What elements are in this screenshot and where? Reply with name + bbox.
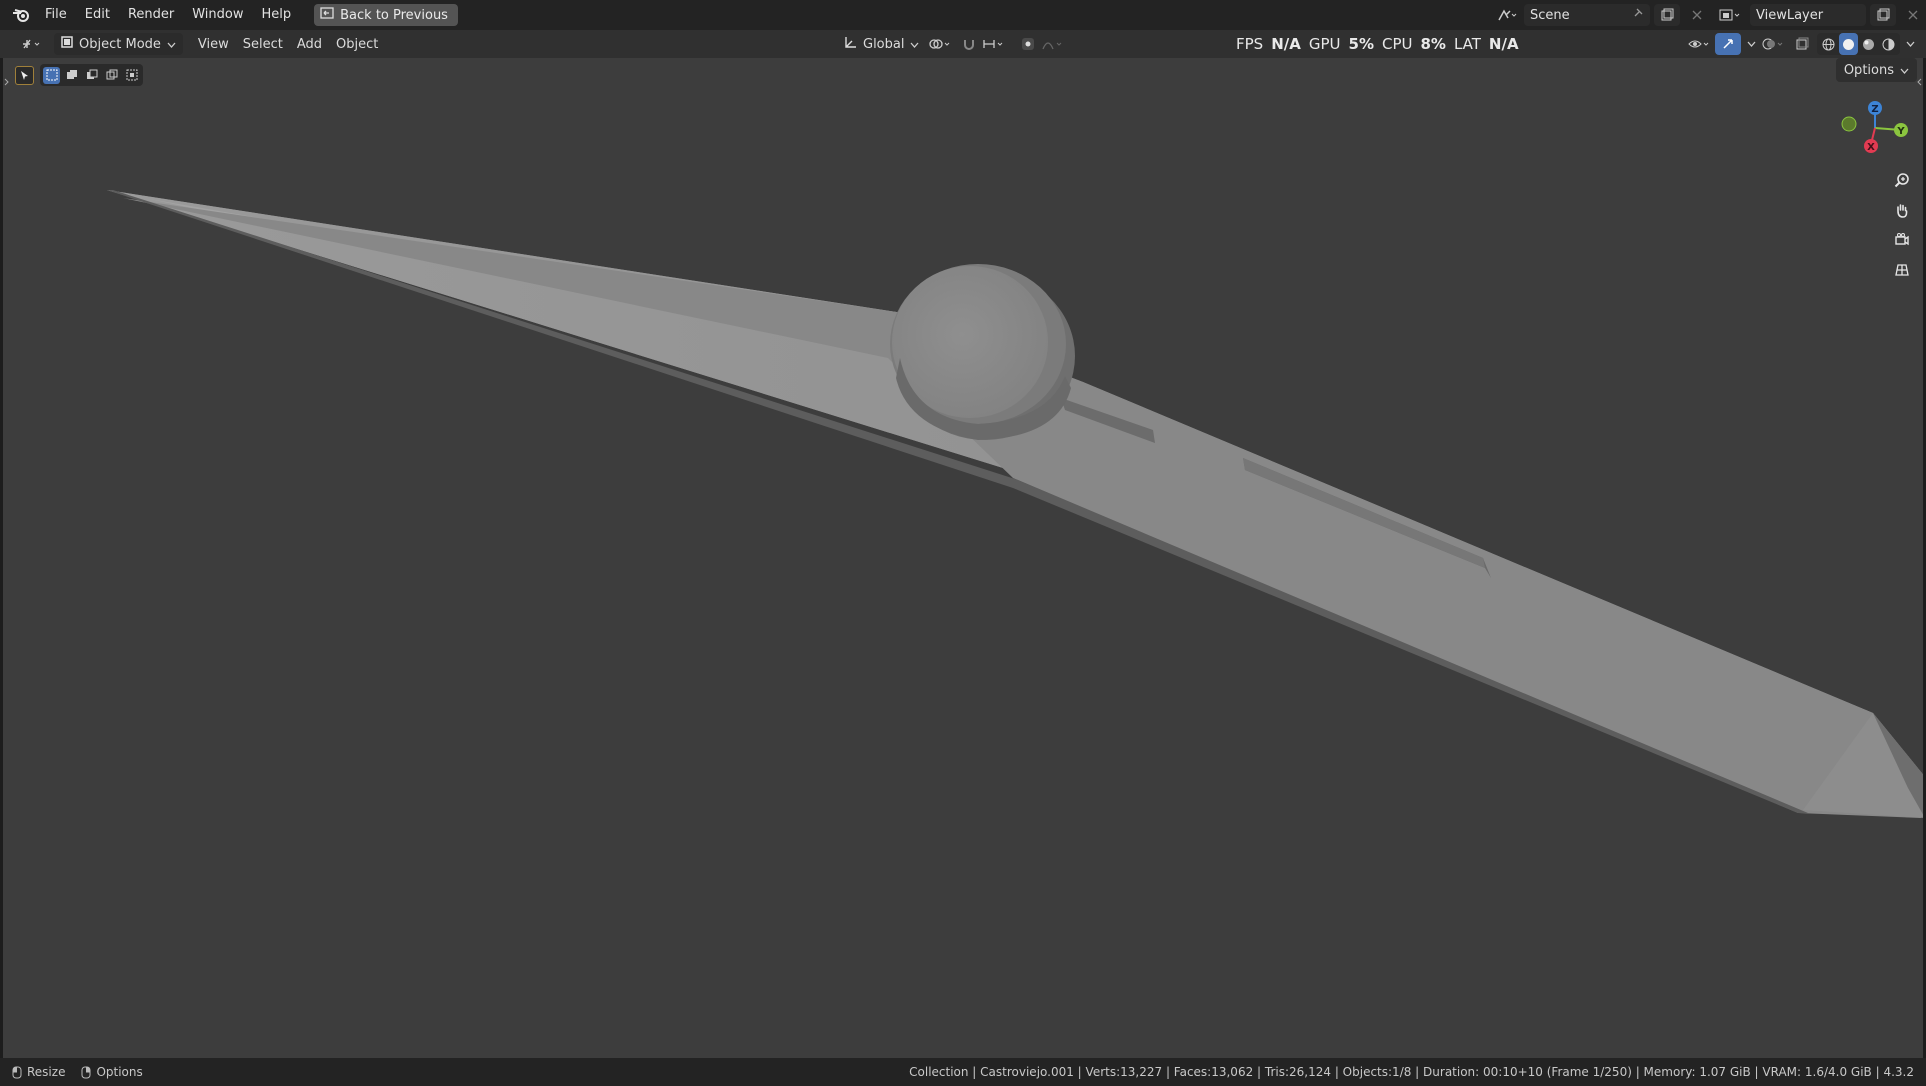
back-to-previous-button[interactable]: Back to Previous [314, 4, 458, 26]
resize-hint: Resize [12, 1065, 65, 1079]
blender-window: File Edit Render Window Help Back to Pre… [0, 0, 1926, 1086]
menu-view[interactable]: View [191, 33, 236, 55]
material-shading-icon[interactable] [1859, 33, 1878, 55]
top-menubar: File Edit Render Window Help Back to Pre… [0, 0, 1926, 30]
options-hint-label: Options [96, 1065, 143, 1079]
object-mode-label: Object Mode [79, 36, 161, 52]
navigation-gizmo[interactable]: Z Y X [1825, 98, 1915, 168]
viewport-display-controls [1687, 33, 1918, 55]
menu-window[interactable]: Window [183, 4, 252, 26]
options-label: Options [1843, 62, 1894, 78]
perspective-grid-icon[interactable] [1890, 258, 1914, 282]
fps-value: N/A [1271, 35, 1301, 53]
select-tool-icon[interactable] [15, 65, 34, 85]
select-invert-icon[interactable] [103, 67, 120, 84]
rendered-shading-icon[interactable] [1879, 33, 1898, 55]
orientation-label: Global [863, 36, 905, 52]
toolbar-expand-arrow-icon[interactable] [3, 76, 11, 91]
scene-field[interactable]: Scene [1524, 4, 1650, 26]
orientation-axes-icon [843, 35, 857, 53]
status-hints: Resize Options [0, 1065, 143, 1079]
performance-stats: FPS N/A GPU 5% CPU 8% LAT N/A [1236, 30, 1519, 58]
mouse-left-icon [12, 1066, 22, 1078]
menu-add[interactable]: Add [290, 33, 329, 55]
pivot-point-icon[interactable] [920, 33, 960, 55]
chevron-down-icon [167, 37, 176, 52]
3d-viewport[interactable]: Options Z Y X [3, 58, 1923, 1058]
lat-label: LAT [1453, 35, 1481, 53]
viewport-header: Object Mode View Select Add Object Globa… [0, 30, 1926, 58]
pan-hand-icon[interactable] [1890, 198, 1914, 222]
cpu-value: 8% [1420, 35, 1446, 53]
gizmo-y-label: Y [1896, 126, 1905, 137]
view-layer-icon[interactable] [1714, 4, 1746, 26]
options-hint: Options [81, 1065, 143, 1079]
select-new-icon[interactable] [43, 66, 60, 84]
delete-scene-icon[interactable] [1684, 4, 1710, 26]
gizmo-toggle-icon[interactable] [1715, 33, 1741, 55]
scene-statistics: Collection | Castroviejo.001 | Verts:13,… [909, 1065, 1914, 1079]
selection-mode-group [40, 64, 143, 86]
gpu-value: 5% [1348, 35, 1374, 53]
blender-logo-icon[interactable] [10, 4, 32, 26]
tool-settings-row [15, 64, 143, 86]
menu-help[interactable]: Help [253, 4, 301, 26]
chevron-down-icon [910, 37, 919, 52]
scene-name: Scene [1530, 7, 1570, 23]
gizmo-z-label: Z [1871, 104, 1878, 115]
object-mode-icon [61, 36, 73, 52]
resize-label: Resize [27, 1065, 66, 1079]
viewport-navigation-buttons [1890, 168, 1914, 282]
select-subtract-icon[interactable] [83, 67, 100, 84]
view-layer-field[interactable]: ViewLayer [1750, 4, 1866, 26]
falloff-curve-icon[interactable] [1034, 33, 1074, 55]
pin-icon[interactable] [1632, 7, 1644, 23]
zoom-icon[interactable] [1890, 168, 1914, 192]
chevron-down-icon [1900, 63, 1909, 78]
fps-label: FPS [1236, 35, 1264, 53]
scene-type-icon[interactable] [1494, 4, 1520, 26]
xray-toggle-icon[interactable] [1789, 33, 1815, 55]
menu-render[interactable]: Render [119, 4, 183, 26]
overlay-toggle-icon[interactable] [1761, 33, 1787, 55]
cpu-label: CPU [1381, 35, 1413, 53]
transform-orientation-dropdown[interactable]: Global [836, 33, 926, 55]
castroviejo-model[interactable] [107, 190, 1923, 818]
select-extend-icon[interactable] [63, 67, 80, 84]
back-icon [320, 7, 334, 23]
sidebar-expand-arrow-icon[interactable] [1915, 76, 1923, 91]
lat-value: N/A [1488, 35, 1519, 53]
menu-edit[interactable]: Edit [76, 4, 119, 26]
snap-target-icon[interactable] [975, 33, 1015, 55]
view-layer-name: ViewLayer [1756, 7, 1824, 23]
status-bar: Resize Options Collection | Castroviejo.… [0, 1058, 1926, 1086]
menu-file[interactable]: File [36, 4, 76, 26]
gizmo-dropdown-icon[interactable] [1743, 33, 1759, 55]
select-intersect-icon[interactable] [123, 67, 140, 84]
back-to-previous-label: Back to Previous [340, 7, 448, 23]
menu-select[interactable]: Select [236, 33, 290, 55]
visibility-icon[interactable] [1687, 33, 1713, 55]
editor-type-icon[interactable] [14, 33, 50, 55]
scene-canvas [107, 190, 1923, 818]
gizmo-x-label: X [1867, 142, 1875, 153]
camera-view-icon[interactable] [1890, 228, 1914, 252]
object-mode-dropdown[interactable]: Object Mode [54, 33, 183, 55]
workspace-selectors: Scene ViewLayer [1494, 0, 1926, 30]
mouse-right-icon [81, 1066, 91, 1078]
wireframe-shading-icon[interactable] [1819, 33, 1838, 55]
new-scene-icon[interactable] [1654, 4, 1680, 26]
delete-view-layer-icon[interactable] [1900, 4, 1926, 26]
gpu-label: GPU [1308, 35, 1341, 53]
new-view-layer-icon[interactable] [1870, 4, 1896, 26]
solid-shading-icon[interactable] [1839, 33, 1858, 55]
shading-dropdown-icon[interactable] [1902, 33, 1918, 55]
viewport-options-button[interactable]: Options [1835, 58, 1917, 82]
menu-object[interactable]: Object [329, 33, 385, 55]
shading-mode-group [1817, 33, 1900, 55]
